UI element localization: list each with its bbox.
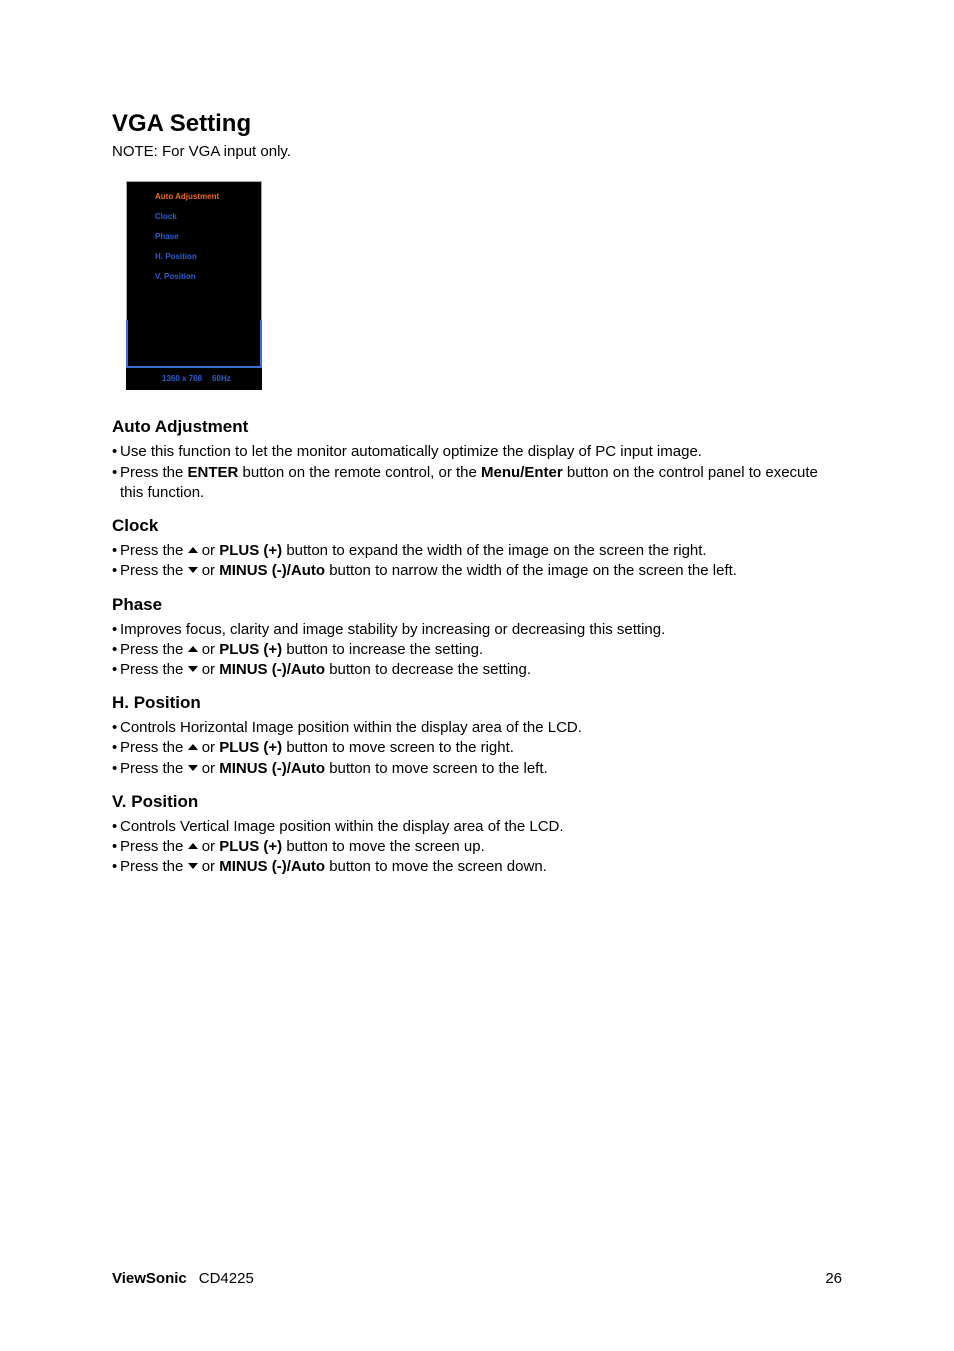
triangle-down-icon (188, 863, 198, 869)
osd-item: Phase (135, 232, 255, 244)
bullet-mark: • (112, 541, 120, 561)
osd-item-label: Auto Adjustment (155, 192, 219, 203)
bold-text: MINUS (-)/Auto (219, 760, 325, 777)
bold-text: ENTER (188, 464, 239, 481)
bullet-text: Press the ENTER button on the remote con… (120, 463, 842, 504)
section-body: •Controls Horizontal Image position with… (112, 718, 842, 779)
bullet-item: •Press the or MINUS (-)/Auto button to m… (112, 857, 842, 877)
osd-item-label: Phase (155, 232, 179, 243)
bold-text: MINUS (-)/Auto (219, 562, 325, 579)
triangle-up-icon (188, 843, 198, 849)
osd-status-bar: 1360 x 768 60Hz (126, 368, 262, 391)
bullet-item: •Press the ENTER button on the remote co… (112, 463, 842, 504)
page-number: 26 (825, 1269, 842, 1289)
bullet-text: Controls Vertical Image position within … (120, 817, 842, 837)
footer-brand: ViewSonic (112, 1270, 187, 1287)
section-body: •Press the or PLUS (+) button to expand … (112, 541, 842, 582)
osd-icon-spacer (135, 253, 149, 263)
bold-text: PLUS (+) (219, 641, 282, 658)
bullet-text: Press the or PLUS (+) button to increase… (120, 640, 842, 660)
osd-icon-spacer (135, 213, 149, 223)
page-footer: ViewSonic CD4225 26 (112, 1269, 842, 1289)
bullet-item: •Press the or PLUS (+) button to expand … (112, 541, 842, 561)
section-heading: V. Position (112, 791, 842, 814)
bullet-mark: • (112, 640, 120, 660)
osd-setting-icon (135, 193, 149, 203)
bold-text: PLUS (+) (219, 739, 282, 756)
bullet-mark: • (112, 620, 120, 640)
page-title: VGA Setting (112, 108, 842, 140)
bullet-text: Press the or MINUS (-)/Auto button to mo… (120, 759, 842, 779)
section-heading: H. Position (112, 692, 842, 715)
bullet-text: Press the or MINUS (-)/Auto button to de… (120, 660, 842, 680)
bullet-item: •Press the or PLUS (+) button to move th… (112, 837, 842, 857)
bullet-text: Press the or PLUS (+) button to move the… (120, 837, 842, 857)
section-heading: Auto Adjustment (112, 416, 842, 439)
bold-text: MINUS (-)/Auto (219, 858, 325, 875)
bullet-item: •Use this function to let the monitor au… (112, 442, 842, 462)
section-body: •Use this function to let the monitor au… (112, 442, 842, 503)
section-heading: Phase (112, 594, 842, 617)
input-note: NOTE: For VGA input only. (112, 142, 842, 162)
osd-item: H. Position (135, 252, 255, 264)
osd-icon-spacer (135, 273, 149, 283)
bullet-item: •Press the or MINUS (-)/Auto button to n… (112, 561, 842, 581)
triangle-down-icon (188, 567, 198, 573)
triangle-up-icon (188, 646, 198, 652)
osd-spacer (135, 292, 255, 310)
bullet-mark: • (112, 738, 120, 758)
triangle-up-icon (188, 547, 198, 553)
bullet-mark: • (112, 718, 120, 738)
bullet-mark: • (112, 837, 120, 857)
osd-item: Clock (135, 212, 255, 224)
bullet-text: Improves focus, clarity and image stabil… (120, 620, 842, 640)
osd-item: V. Position (135, 272, 255, 284)
section-body: •Controls Vertical Image position within… (112, 817, 842, 878)
bullet-item: •Press the or MINUS (-)/Auto button to d… (112, 660, 842, 680)
osd-item-label: H. Position (155, 252, 197, 263)
osd-item: Auto Adjustment (135, 192, 255, 204)
section-heading: Clock (112, 515, 842, 538)
bullet-mark: • (112, 817, 120, 837)
bullet-item: •Controls Vertical Image position within… (112, 817, 842, 837)
triangle-up-icon (188, 744, 198, 750)
bullet-mark: • (112, 660, 120, 680)
bullet-mark: • (112, 857, 120, 877)
bullet-text: Controls Horizontal Image position withi… (120, 718, 842, 738)
bold-text: Menu/Enter (481, 464, 563, 481)
footer-model: CD4225 (199, 1270, 254, 1287)
bullet-item: •Improves focus, clarity and image stabi… (112, 620, 842, 640)
bullet-text: Press the or MINUS (-)/Auto button to na… (120, 561, 842, 581)
bold-text: PLUS (+) (219, 838, 282, 855)
osd-item-label: V. Position (155, 272, 196, 283)
section-body: •Improves focus, clarity and image stabi… (112, 620, 842, 681)
bullet-item: •Press the or PLUS (+) button to increas… (112, 640, 842, 660)
bullet-item: •Press the or MINUS (-)/Auto button to m… (112, 759, 842, 779)
osd-resolution: 1360 x 768 (162, 374, 202, 385)
bold-text: PLUS (+) (219, 542, 282, 559)
osd-menu: Auto Adjustment Clock Phase H. Position … (126, 181, 262, 391)
triangle-down-icon (188, 765, 198, 771)
osd-item-label: Clock (155, 212, 177, 223)
osd-preview-box (126, 320, 262, 368)
bullet-mark: • (112, 463, 120, 483)
osd-icon-spacer (135, 233, 149, 243)
osd-refresh: 60Hz (212, 374, 231, 385)
osd-menu-top: Auto Adjustment Clock Phase H. Position … (126, 181, 262, 321)
bullet-text: Press the or PLUS (+) button to move scr… (120, 738, 842, 758)
bullet-mark: • (112, 561, 120, 581)
bullet-mark: • (112, 759, 120, 779)
bullet-item: •Press the or PLUS (+) button to move sc… (112, 738, 842, 758)
bullet-text: Press the or PLUS (+) button to expand t… (120, 541, 842, 561)
bold-text: MINUS (-)/Auto (219, 661, 325, 678)
bullet-text: Use this function to let the monitor aut… (120, 442, 842, 462)
bullet-text: Press the or MINUS (-)/Auto button to mo… (120, 857, 842, 877)
bullet-item: •Controls Horizontal Image position with… (112, 718, 842, 738)
triangle-down-icon (188, 666, 198, 672)
bullet-mark: • (112, 442, 120, 462)
